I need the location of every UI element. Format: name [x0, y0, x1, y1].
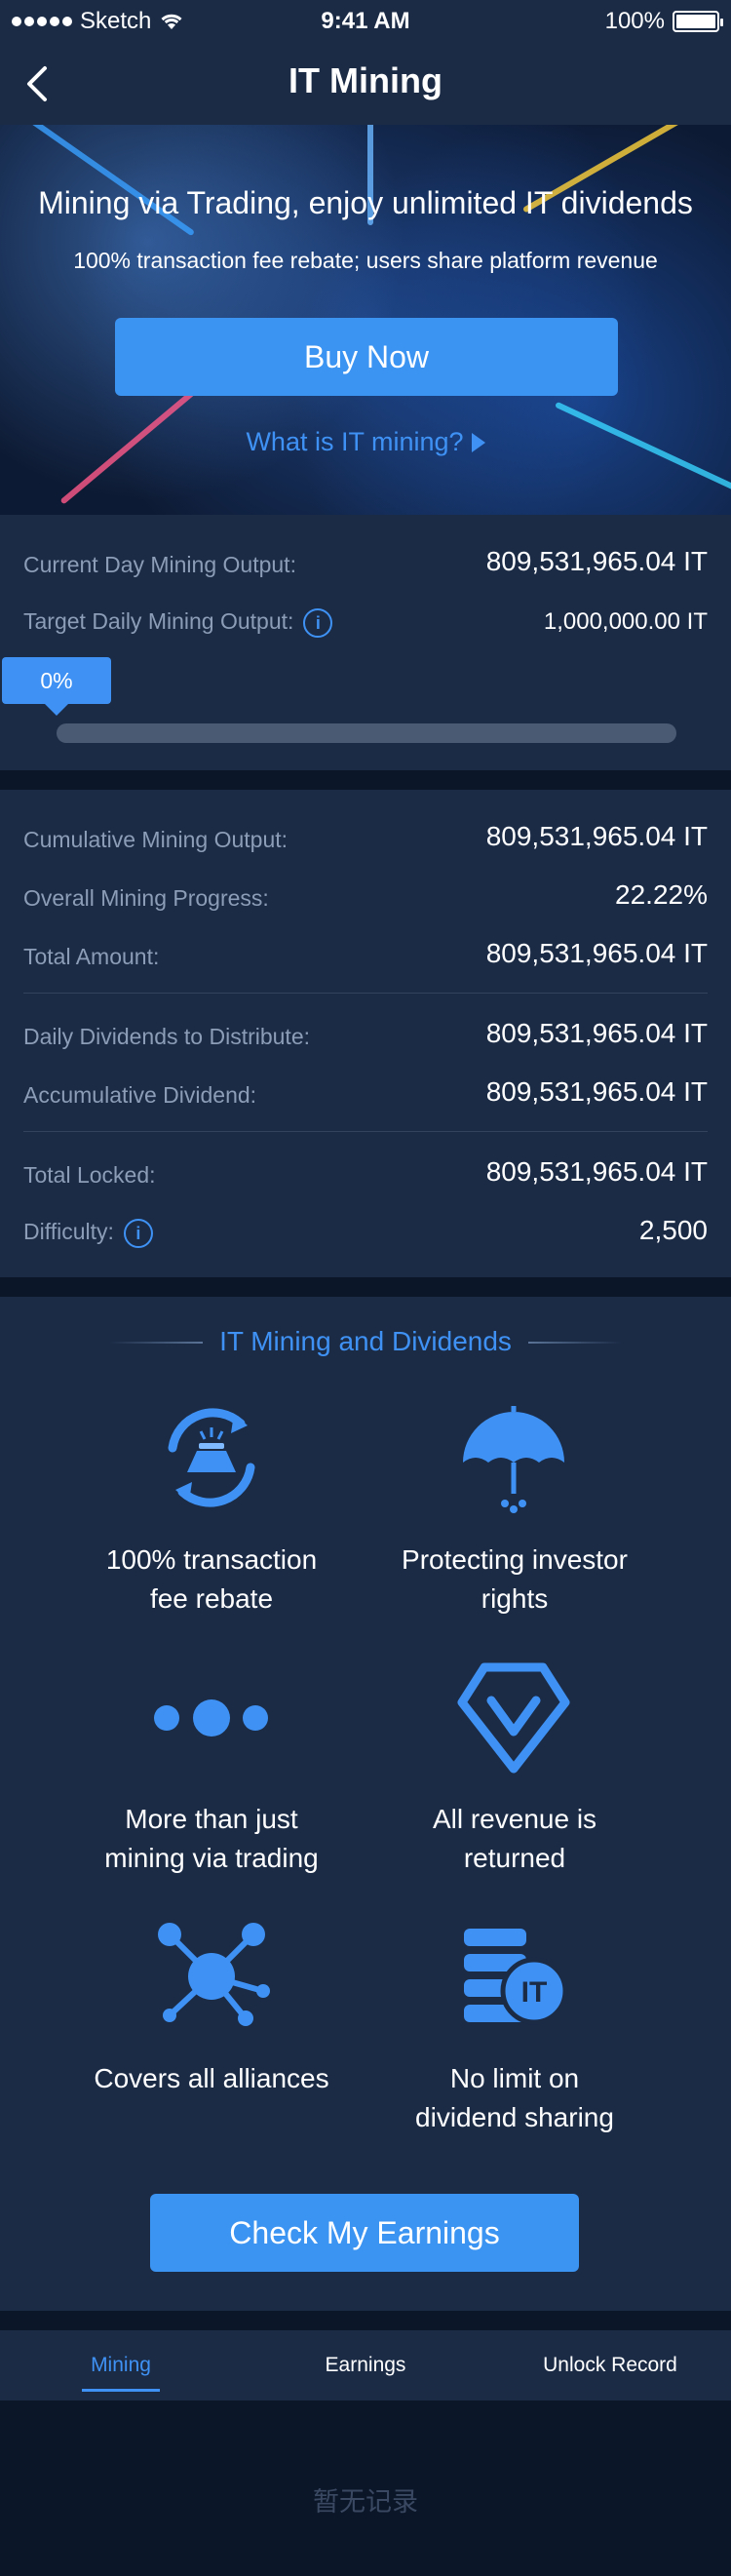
current-output-value: 809,531,965.04 IT	[485, 546, 708, 576]
battery-percent: 100%	[604, 8, 665, 34]
overall-progress-value: 22.22%	[615, 879, 708, 910]
feature-label: 100% transaction fee rebate	[105, 1544, 318, 1614]
top-bar: Sketch 9:41 AM 100% IT Mining	[0, 0, 731, 125]
features-title-wrap: IT Mining and Dividends	[0, 1326, 731, 1357]
coins-icon: IT	[464, 1929, 568, 2025]
daily-progress-bar	[57, 723, 676, 743]
stats-divider	[23, 993, 708, 994]
feature-label: All revenue is returned	[432, 1804, 597, 1873]
feature-label: Covers all alliances	[94, 2063, 329, 2093]
hero-banner: Mining via Trading, enjoy unlimited IT d…	[0, 125, 731, 515]
feature-label: Protecting investor rights	[402, 1544, 628, 1614]
status-bar: Sketch 9:41 AM 100%	[0, 0, 731, 43]
difficulty-row: Difficulty: i	[23, 1219, 153, 1248]
network-icon	[158, 1923, 270, 2026]
refresh-gold-icon	[168, 1408, 255, 1507]
hero-subtitle: 100% transaction fee rebate; users share…	[73, 248, 658, 273]
difficulty-value: 2,500	[638, 1215, 708, 1245]
daily-dividends-label: Daily Dividends to Distribute:	[23, 1024, 311, 1049]
overall-progress-label: Overall Mining Progress:	[23, 885, 269, 911]
total-locked-value: 809,531,965.04 IT	[485, 1156, 708, 1187]
check-earnings-button[interactable]: Check My Earnings	[150, 2194, 579, 2272]
feature-label: No limit on dividend sharing	[415, 2063, 614, 2132]
page-title: IT Mining	[289, 60, 442, 100]
cumulative-output-label: Cumulative Mining Output:	[23, 827, 289, 852]
difficulty-label: Difficulty:	[23, 1219, 114, 1245]
accumulative-dividend-label: Accumulative Dividend:	[23, 1082, 257, 1108]
cumulative-output-value: 809,531,965.04 IT	[485, 821, 708, 851]
hero-title: Mining via Trading, enjoy unlimited IT d…	[38, 185, 693, 220]
current-output-label: Current Day Mining Output:	[23, 552, 296, 577]
tab-unlock-record[interactable]: Unlock Record	[513, 2330, 708, 2400]
tab-earnings[interactable]: Earnings	[268, 2330, 463, 2400]
target-output-label: Target Daily Mining Output:	[23, 608, 294, 635]
what-is-mining-link[interactable]: What is IT mining?	[0, 427, 731, 457]
info-icon[interactable]: i	[303, 608, 333, 638]
umbrella-icon	[463, 1406, 564, 1513]
what-is-mining-label: What is IT mining?	[246, 427, 464, 456]
buy-now-button[interactable]: Buy Now	[115, 318, 618, 396]
empty-state-text: 暂无记录	[313, 2487, 418, 2517]
daily-dividends-value: 809,531,965.04 IT	[485, 1018, 708, 1048]
progress-percent-tag: 0%	[2, 657, 111, 716]
coin-label: IT	[521, 1976, 548, 2009]
accumulative-dividend-value: 809,531,965.04 IT	[485, 1076, 708, 1107]
total-amount-value: 809,531,965.04 IT	[485, 938, 708, 968]
total-locked-label: Total Locked:	[23, 1162, 156, 1188]
active-tab-indicator	[82, 2389, 160, 2392]
target-output-value: 1,000,000.00 IT	[543, 608, 708, 635]
play-arrow-icon	[471, 433, 485, 452]
feature-label: More than just mining via trading	[104, 1804, 319, 1873]
stats-divider	[23, 1131, 708, 1132]
target-output-row: Target Daily Mining Output: i	[23, 608, 333, 638]
dots-icon	[154, 1699, 268, 1737]
total-amount-label: Total Amount:	[23, 944, 160, 969]
diamond-icon	[457, 1662, 570, 1774]
info-icon[interactable]: i	[123, 1219, 153, 1248]
battery-icon	[673, 11, 723, 32]
features-title: IT Mining and Dividends	[219, 1326, 512, 1356]
battery-status: 100%	[604, 8, 723, 35]
